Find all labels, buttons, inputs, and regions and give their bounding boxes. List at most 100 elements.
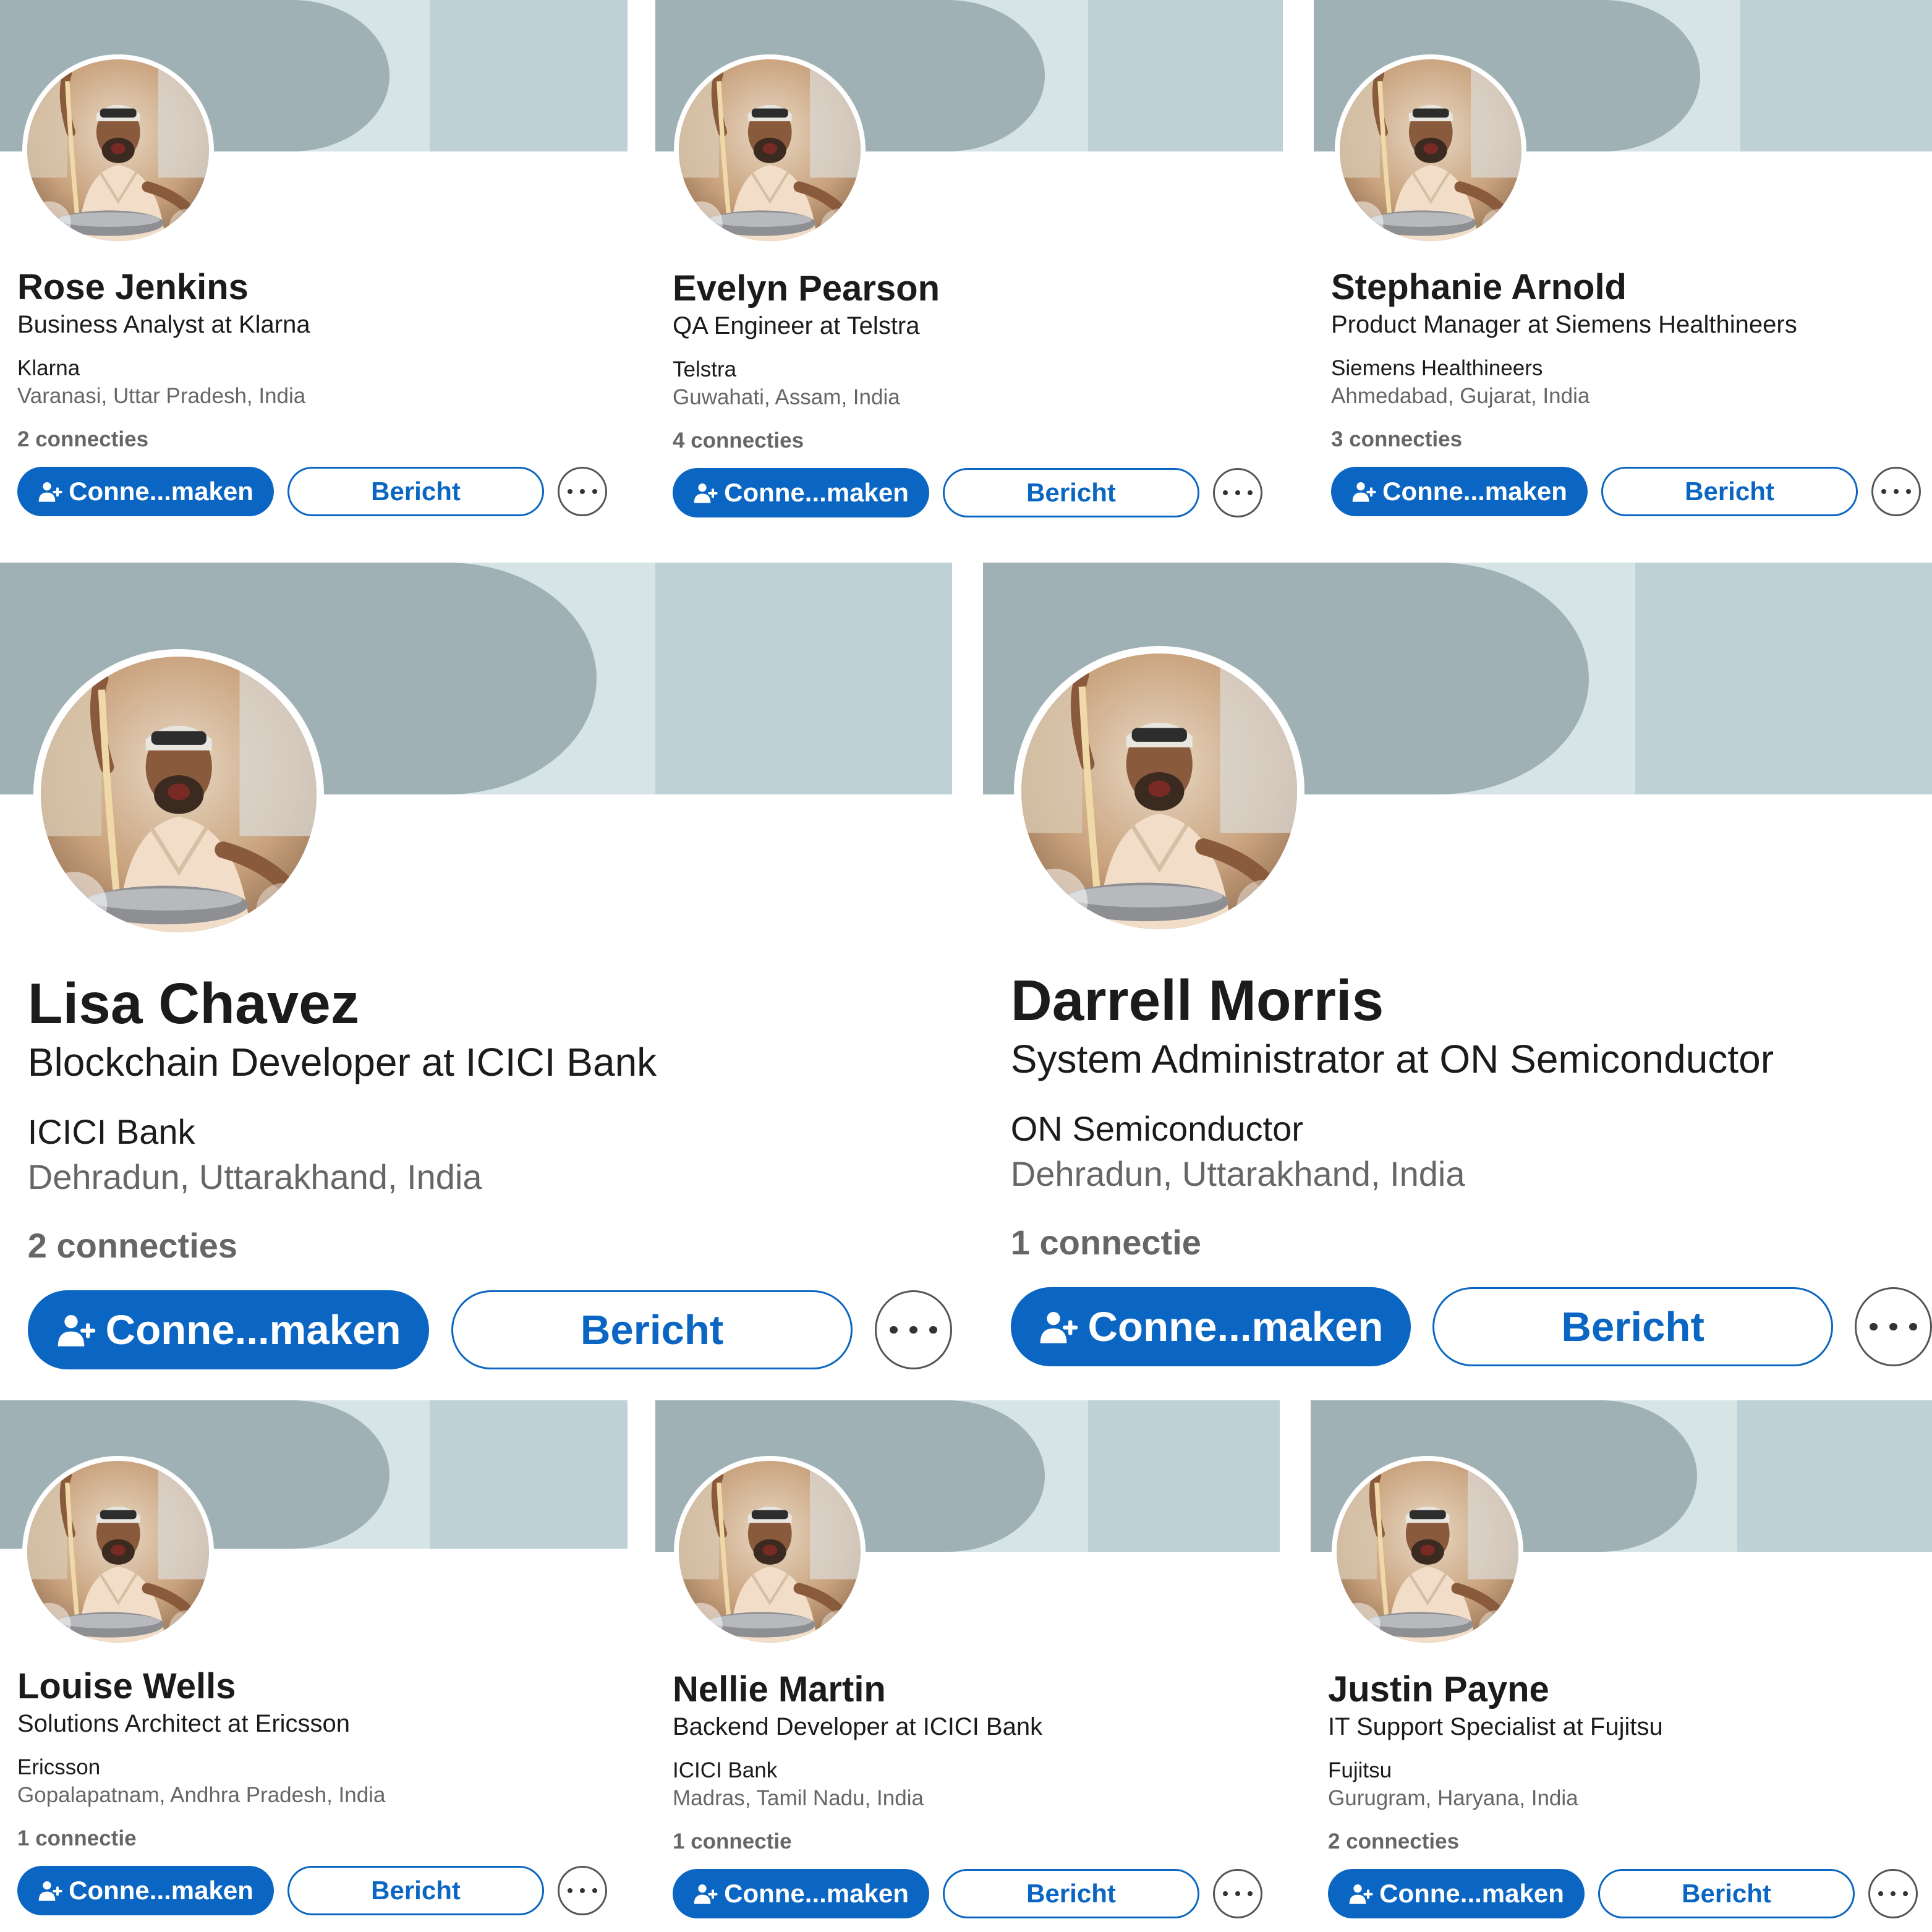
person-add-icon	[693, 1881, 718, 1906]
person-add-icon	[56, 1310, 96, 1350]
connect-button-label: Conne...maken	[69, 477, 253, 506]
profile-company: ICICI Bank	[27, 1112, 195, 1152]
profile-company: Siemens Healthineers	[1331, 355, 1543, 380]
profile-connections[interactable]: 1 connectie	[673, 1828, 1280, 1856]
profile-connections[interactable]: 3 connecties	[1331, 425, 1932, 454]
profile-name[interactable]: Stephanie Arnold	[1331, 267, 1932, 309]
profile-name[interactable]: Nellie Martin	[673, 1669, 1280, 1711]
profile-avatar[interactable]	[1332, 1456, 1523, 1648]
profile-headline: QA Engineer at Telstra	[673, 312, 920, 339]
profile-connections[interactable]: 2 connecties	[1328, 1828, 1932, 1856]
connect-button-label: Conne...maken	[724, 478, 909, 508]
message-button-label: Bericht	[371, 477, 461, 506]
profile-connections[interactable]: 1 connectie	[17, 1824, 628, 1853]
profile-connections[interactable]: 1 connectie	[1011, 1220, 1932, 1266]
profile-company: Telstra	[673, 357, 737, 381]
profile-avatar[interactable]	[674, 1456, 866, 1648]
more-options-button[interactable]	[1855, 1287, 1932, 1367]
profile-headline: Blockchain Developer at ICICI Bank	[27, 1039, 657, 1084]
ellipsis-icon	[1215, 490, 1261, 496]
connect-button-label: Conne...maken	[1379, 1879, 1564, 1909]
person-add-icon	[693, 480, 718, 505]
profile-company: Fujitsu	[1328, 1758, 1392, 1782]
message-button-label: Bericht	[1026, 478, 1116, 508]
message-button[interactable]: Bericht	[287, 467, 544, 517]
profile-card[interactable]: Darrell Morris System Administrator at O…	[983, 563, 1932, 1379]
profile-avatar[interactable]	[22, 1456, 214, 1648]
message-button-label: Bericht	[1026, 1879, 1116, 1909]
connect-button[interactable]: Conne...maken	[17, 467, 274, 517]
profile-actions: Conne...maken Bericht	[17, 1866, 628, 1916]
profile-card[interactable]: Evelyn Pearson QA Engineer at Telstra Te…	[655, 0, 1283, 544]
profile-avatar[interactable]	[33, 649, 324, 940]
connect-button[interactable]: Conne...maken	[1328, 1869, 1585, 1919]
profile-headline: Product Manager at Siemens Healthineers	[1331, 310, 1797, 338]
connect-button[interactable]: Conne...maken	[1331, 467, 1588, 517]
ellipsis-icon	[1870, 1891, 1916, 1897]
profile-actions: Conne...maken Bericht	[17, 467, 628, 517]
person-add-icon	[1348, 1881, 1373, 1906]
profile-name[interactable]: Lisa Chavez	[28, 971, 952, 1037]
profile-company: ON Semiconductor	[1010, 1109, 1303, 1149]
profile-name[interactable]: Rose Jenkins	[17, 267, 628, 309]
profile-connections[interactable]: 2 connecties	[28, 1223, 952, 1269]
profile-name[interactable]: Evelyn Pearson	[673, 268, 1283, 310]
ellipsis-icon	[1215, 1891, 1261, 1897]
profile-avatar[interactable]	[674, 54, 866, 246]
message-button[interactable]: Bericht	[1598, 1869, 1855, 1919]
profile-location: Gurugram, Haryana, India	[1328, 1786, 1578, 1811]
profile-card[interactable]: Louise Wells Solutions Architect at Eric…	[0, 1400, 628, 1932]
connect-button-label: Conne...maken	[1087, 1303, 1384, 1350]
connect-button[interactable]: Conne...maken	[17, 1866, 274, 1916]
connect-button[interactable]: Conne...maken	[27, 1290, 430, 1370]
person-add-icon	[38, 479, 62, 504]
more-options-button[interactable]	[1871, 467, 1921, 517]
message-button[interactable]: Bericht	[287, 1866, 544, 1916]
connect-button-label: Conne...maken	[1382, 477, 1567, 506]
profile-company: ICICI Bank	[673, 1758, 778, 1782]
profile-name[interactable]: Justin Payne	[1328, 1669, 1932, 1711]
more-options-button[interactable]	[1213, 1869, 1262, 1919]
profile-card[interactable]: Stephanie Arnold Product Manager at Siem…	[1314, 0, 1932, 544]
message-button[interactable]: Bericht	[451, 1290, 853, 1370]
message-button[interactable]: Bericht	[1432, 1287, 1833, 1367]
connect-button-label: Conne...maken	[105, 1306, 401, 1353]
profile-actions: Conne...maken Bericht	[1010, 1287, 1932, 1367]
profile-headline: Business Analyst at Klarna	[17, 310, 310, 338]
profile-headline: Solutions Architect at Ericsson	[17, 1709, 351, 1737]
connect-button[interactable]: Conne...maken	[1010, 1287, 1411, 1367]
profile-avatar[interactable]	[1014, 646, 1304, 937]
profile-card[interactable]: Justin Payne IT Support Specialist at Fu…	[1311, 1400, 1932, 1932]
more-options-button[interactable]	[874, 1290, 952, 1370]
profile-location: Dehradun, Uttarakhand, India	[1010, 1154, 1465, 1193]
profile-card[interactable]: Nellie Martin Backend Developer at ICICI…	[655, 1400, 1280, 1932]
profile-actions: Conne...maken Bericht	[27, 1290, 952, 1370]
connect-button-label: Conne...maken	[69, 1876, 253, 1905]
person-add-icon	[1039, 1307, 1078, 1347]
message-button-label: Bericht	[1685, 477, 1774, 506]
profile-company: Ericsson	[17, 1755, 101, 1779]
profile-connections[interactable]: 4 connecties	[673, 427, 1283, 455]
profile-name[interactable]: Darrell Morris	[1011, 968, 1932, 1034]
profile-location: Ahmedabad, Gujarat, India	[1331, 384, 1590, 409]
profile-card[interactable]: Lisa Chavez Blockchain Developer at ICIC…	[0, 563, 952, 1379]
profile-actions: Conne...maken Bericht	[1331, 467, 1932, 517]
message-button[interactable]: Bericht	[943, 468, 1199, 518]
message-button-label: Bericht	[1561, 1303, 1704, 1350]
more-options-button[interactable]	[1868, 1869, 1918, 1919]
profile-card[interactable]: Rose Jenkins Business Analyst at Klarna …	[0, 0, 628, 544]
profile-avatar[interactable]	[22, 54, 214, 246]
connect-button[interactable]: Conne...maken	[673, 468, 929, 518]
profile-name[interactable]: Louise Wells	[17, 1666, 628, 1708]
profile-avatar[interactable]	[1335, 54, 1526, 246]
profile-company: Klarna	[17, 355, 80, 380]
profile-location: Madras, Tamil Nadu, India	[673, 1786, 924, 1811]
message-button[interactable]: Bericht	[1601, 467, 1858, 517]
message-button[interactable]: Bericht	[943, 1869, 1199, 1919]
more-options-button[interactable]	[558, 1866, 607, 1916]
profile-connections[interactable]: 2 connecties	[17, 425, 628, 454]
profile-headline: IT Support Specialist at Fujitsu	[1328, 1713, 1663, 1740]
more-options-button[interactable]	[558, 467, 607, 517]
more-options-button[interactable]	[1213, 468, 1262, 518]
connect-button[interactable]: Conne...maken	[673, 1869, 929, 1919]
